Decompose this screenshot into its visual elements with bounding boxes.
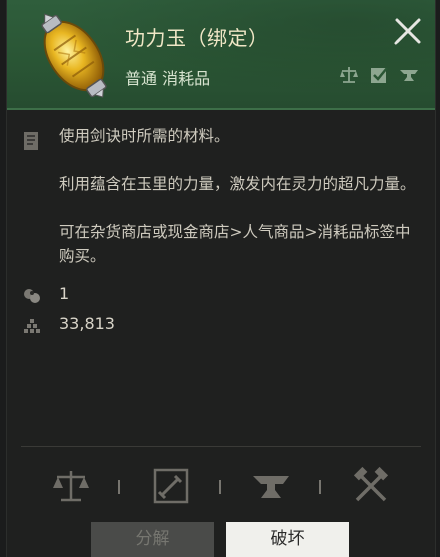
scale-icon <box>340 67 358 83</box>
checkbox-icon <box>371 67 388 83</box>
separator <box>319 480 321 494</box>
action-bar <box>7 460 435 510</box>
document-icon <box>24 132 38 150</box>
item-flags <box>339 65 419 85</box>
crossed-hammers-icon[interactable] <box>351 466 391 506</box>
scale-icon[interactable] <box>51 466 91 506</box>
coin-stack-icon <box>24 319 40 333</box>
item-title: 功力玉（绑定） <box>125 26 269 50</box>
item-tooltip-panel: 功力玉（绑定） 普通 消耗品 使用剑诀时所需的材料。 利用蕴含在玉里的力量，激发… <box>6 0 436 557</box>
divider <box>21 446 421 447</box>
description-line: 可在杂货商店或现金商店>人气商品>消耗品标签中购买。 <box>59 223 411 265</box>
item-header: 功力玉（绑定） 普通 消耗品 <box>7 0 435 110</box>
description-line: 使用剑诀时所需的材料。 <box>59 127 230 145</box>
item-price: 33,813 <box>59 314 115 333</box>
stack-quantity-icon <box>24 289 40 303</box>
anvil-icon[interactable] <box>251 466 291 506</box>
sword-scroll-icon[interactable] <box>151 466 191 506</box>
separator <box>118 480 120 494</box>
item-description: 使用剑诀时所需的材料。 利用蕴含在玉里的力量，激发内在灵力的超凡力量。 可在杂货… <box>59 124 419 268</box>
item-quantity: 1 <box>59 284 70 303</box>
separator <box>219 480 221 494</box>
yellow-jade-gem-icon <box>41 13 107 98</box>
anvil-icon <box>400 70 418 81</box>
disassemble-button[interactable]: 分解 <box>91 522 214 557</box>
destroy-button[interactable]: 破坏 <box>226 522 349 557</box>
description-line: 利用蕴含在玉里的力量，激发内在灵力的超凡力量。 <box>59 175 416 193</box>
item-grade-type: 普通 消耗品 <box>125 69 211 88</box>
close-icon[interactable] <box>391 14 425 48</box>
